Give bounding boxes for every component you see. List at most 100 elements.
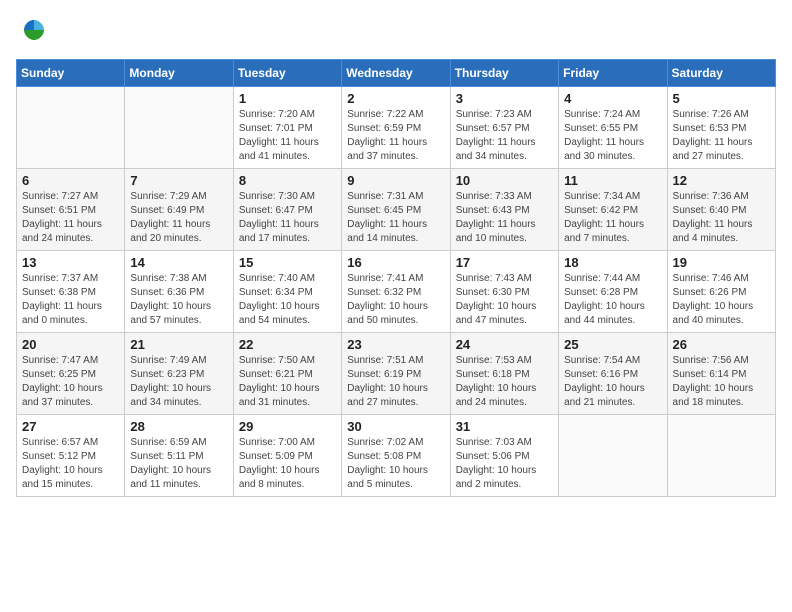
logo-icon [20, 16, 48, 44]
day-number: 31 [456, 419, 553, 434]
day-number: 11 [564, 173, 661, 188]
day-content: Sunrise: 7:20 AM Sunset: 7:01 PM Dayligh… [239, 108, 336, 164]
day-number: 8 [239, 173, 336, 188]
day-content: Sunrise: 7:46 AM Sunset: 6:26 PM Dayligh… [673, 272, 770, 328]
day-content: Sunrise: 7:37 AM Sunset: 6:38 PM Dayligh… [22, 272, 119, 328]
calendar-cell: 8 Sunrise: 7:30 AM Sunset: 6:47 PM Daylig… [233, 169, 341, 251]
day-content: Sunrise: 7:03 AM Sunset: 5:06 PM Dayligh… [456, 436, 553, 492]
calendar-cell: 9 Sunrise: 7:31 AM Sunset: 6:45 PM Daylig… [342, 169, 450, 251]
day-number: 3 [456, 91, 553, 106]
day-content: Sunrise: 7:49 AM Sunset: 6:23 PM Dayligh… [130, 354, 227, 410]
day-number: 5 [673, 91, 770, 106]
day-number: 24 [456, 337, 553, 352]
day-number: 4 [564, 91, 661, 106]
calendar-cell: 23Sunrise: 7:51 AM Sunset: 6:19 PM Dayli… [342, 333, 450, 415]
calendar-cell: 14Sunrise: 7:38 AM Sunset: 6:36 PM Dayli… [125, 251, 233, 333]
day-content: Sunrise: 7:53 AM Sunset: 6:18 PM Dayligh… [456, 354, 553, 410]
logo [16, 16, 48, 49]
day-header: Saturday [667, 60, 775, 87]
day-content: Sunrise: 7:31 AM Sunset: 6:45 PM Dayligh… [347, 190, 444, 246]
calendar-week-row: 1 Sunrise: 7:20 AM Sunset: 7:01 PM Daylig… [17, 87, 776, 169]
calendar-cell [125, 87, 233, 169]
calendar-cell: 15 Sunrise: 7:40 AM Sunset: 6:34 PM Dayli… [233, 251, 341, 333]
day-content: Sunrise: 7:23 AM Sunset: 6:57 PM Dayligh… [456, 108, 553, 164]
calendar-week-row: 20 Sunrise: 7:47 AM Sunset: 6:25 PM Dayli… [17, 333, 776, 415]
calendar-cell: 20 Sunrise: 7:47 AM Sunset: 6:25 PM Dayli… [17, 333, 125, 415]
day-content: Sunrise: 7:38 AM Sunset: 6:36 PM Dayligh… [130, 272, 227, 328]
day-number: 9 [347, 173, 444, 188]
day-header: Wednesday [342, 60, 450, 87]
day-content: Sunrise: 6:59 AM Sunset: 5:11 PM Dayligh… [130, 436, 227, 492]
day-number: 19 [673, 255, 770, 270]
calendar-cell: 1 Sunrise: 7:20 AM Sunset: 7:01 PM Daylig… [233, 87, 341, 169]
day-content: Sunrise: 7:34 AM Sunset: 6:42 PM Dayligh… [564, 190, 661, 246]
calendar-cell: 3 Sunrise: 7:23 AM Sunset: 6:57 PM Daylig… [450, 87, 558, 169]
day-number: 21 [130, 337, 227, 352]
day-number: 1 [239, 91, 336, 106]
calendar-cell: 18 Sunrise: 7:44 AM Sunset: 6:28 PM Dayli… [559, 251, 667, 333]
day-content: Sunrise: 7:22 AM Sunset: 6:59 PM Dayligh… [347, 108, 444, 164]
day-number: 12 [673, 173, 770, 188]
day-number: 7 [130, 173, 227, 188]
day-number: 26 [673, 337, 770, 352]
day-number: 29 [239, 419, 336, 434]
calendar-cell: 11 Sunrise: 7:34 AM Sunset: 6:42 PM Dayli… [559, 169, 667, 251]
calendar-week-row: 13Sunrise: 7:37 AM Sunset: 6:38 PM Dayli… [17, 251, 776, 333]
calendar-week-row: 27 Sunrise: 6:57 AM Sunset: 5:12 PM Dayli… [17, 415, 776, 497]
calendar-cell: 19 Sunrise: 7:46 AM Sunset: 6:26 PM Dayli… [667, 251, 775, 333]
calendar-cell: 10 Sunrise: 7:33 AM Sunset: 6:43 PM Dayli… [450, 169, 558, 251]
day-content: Sunrise: 7:56 AM Sunset: 6:14 PM Dayligh… [673, 354, 770, 410]
day-number: 6 [22, 173, 119, 188]
day-header: Monday [125, 60, 233, 87]
calendar-table: SundayMondayTuesdayWednesdayThursdayFrid… [16, 59, 776, 497]
day-number: 15 [239, 255, 336, 270]
day-content: Sunrise: 6:57 AM Sunset: 5:12 PM Dayligh… [22, 436, 119, 492]
calendar-cell: 29 Sunrise: 7:00 AM Sunset: 5:09 PM Dayli… [233, 415, 341, 497]
header-row: SundayMondayTuesdayWednesdayThursdayFrid… [17, 60, 776, 87]
calendar-cell: 22 Sunrise: 7:50 AM Sunset: 6:21 PM Dayli… [233, 333, 341, 415]
calendar-cell: 24 Sunrise: 7:53 AM Sunset: 6:18 PM Dayli… [450, 333, 558, 415]
calendar-cell [559, 415, 667, 497]
day-content: Sunrise: 7:54 AM Sunset: 6:16 PM Dayligh… [564, 354, 661, 410]
calendar-cell: 28 Sunrise: 6:59 AM Sunset: 5:11 PM Dayli… [125, 415, 233, 497]
day-number: 22 [239, 337, 336, 352]
calendar-cell: 13Sunrise: 7:37 AM Sunset: 6:38 PM Dayli… [17, 251, 125, 333]
calendar-cell [667, 415, 775, 497]
calendar-cell: 30 Sunrise: 7:02 AM Sunset: 5:08 PM Dayli… [342, 415, 450, 497]
calendar-cell: 21 Sunrise: 7:49 AM Sunset: 6:23 PM Dayli… [125, 333, 233, 415]
day-content: Sunrise: 7:02 AM Sunset: 5:08 PM Dayligh… [347, 436, 444, 492]
day-number: 16 [347, 255, 444, 270]
calendar-cell: 25 Sunrise: 7:54 AM Sunset: 6:16 PM Dayli… [559, 333, 667, 415]
page-header [16, 16, 776, 49]
calendar-week-row: 6 Sunrise: 7:27 AM Sunset: 6:51 PM Daylig… [17, 169, 776, 251]
day-content: Sunrise: 7:30 AM Sunset: 6:47 PM Dayligh… [239, 190, 336, 246]
day-number: 20 [22, 337, 119, 352]
day-number: 10 [456, 173, 553, 188]
day-number: 18 [564, 255, 661, 270]
day-content: Sunrise: 7:51 AM Sunset: 6:19 PM Dayligh… [347, 354, 444, 410]
calendar-cell: 2Sunrise: 7:22 AM Sunset: 6:59 PM Daylig… [342, 87, 450, 169]
day-number: 28 [130, 419, 227, 434]
calendar-cell: 7 Sunrise: 7:29 AM Sunset: 6:49 PM Daylig… [125, 169, 233, 251]
day-content: Sunrise: 7:26 AM Sunset: 6:53 PM Dayligh… [673, 108, 770, 164]
day-header: Tuesday [233, 60, 341, 87]
day-content: Sunrise: 7:29 AM Sunset: 6:49 PM Dayligh… [130, 190, 227, 246]
day-content: Sunrise: 7:43 AM Sunset: 6:30 PM Dayligh… [456, 272, 553, 328]
day-content: Sunrise: 7:41 AM Sunset: 6:32 PM Dayligh… [347, 272, 444, 328]
day-content: Sunrise: 7:47 AM Sunset: 6:25 PM Dayligh… [22, 354, 119, 410]
day-header: Friday [559, 60, 667, 87]
day-content: Sunrise: 7:50 AM Sunset: 6:21 PM Dayligh… [239, 354, 336, 410]
day-content: Sunrise: 7:44 AM Sunset: 6:28 PM Dayligh… [564, 272, 661, 328]
day-number: 27 [22, 419, 119, 434]
calendar-cell: 31 Sunrise: 7:03 AM Sunset: 5:06 PM Dayli… [450, 415, 558, 497]
day-number: 17 [456, 255, 553, 270]
day-content: Sunrise: 7:24 AM Sunset: 6:55 PM Dayligh… [564, 108, 661, 164]
day-number: 25 [564, 337, 661, 352]
day-number: 30 [347, 419, 444, 434]
day-header: Sunday [17, 60, 125, 87]
day-content: Sunrise: 7:27 AM Sunset: 6:51 PM Dayligh… [22, 190, 119, 246]
day-content: Sunrise: 7:00 AM Sunset: 5:09 PM Dayligh… [239, 436, 336, 492]
day-content: Sunrise: 7:33 AM Sunset: 6:43 PM Dayligh… [456, 190, 553, 246]
day-content: Sunrise: 7:36 AM Sunset: 6:40 PM Dayligh… [673, 190, 770, 246]
day-content: Sunrise: 7:40 AM Sunset: 6:34 PM Dayligh… [239, 272, 336, 328]
